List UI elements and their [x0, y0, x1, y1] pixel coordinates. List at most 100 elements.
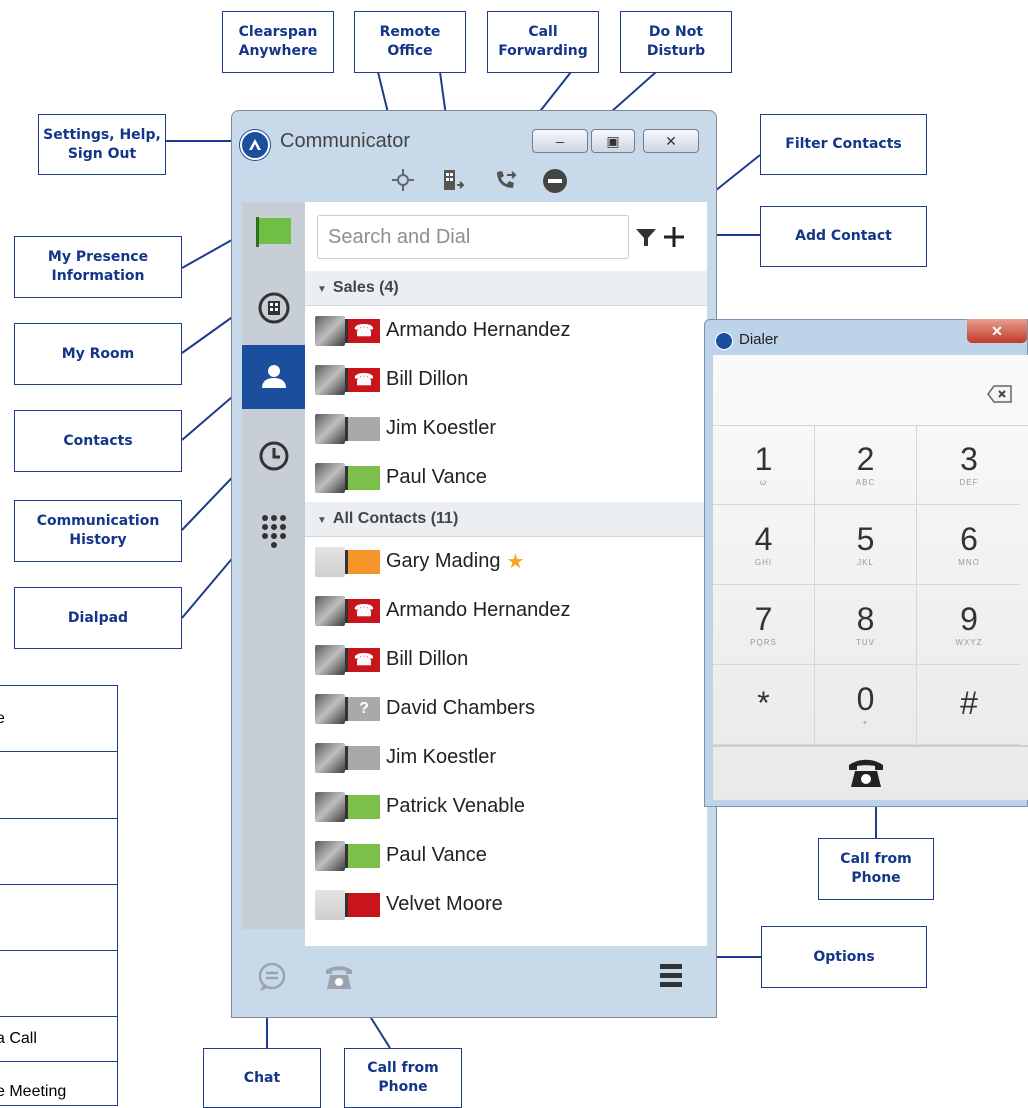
dial-key-digit: 5 — [856, 520, 875, 557]
dial-key-letters: ABC — [855, 477, 876, 487]
avatar — [315, 644, 345, 675]
filter-icon[interactable] — [635, 226, 657, 248]
busy-phone-presence-icon: ☎ — [345, 367, 380, 392]
collapse-triangle-icon: ▼ — [317, 284, 327, 295]
dial-key[interactable]: 6 MNO — [918, 505, 1020, 585]
dial-key[interactable]: 5 JKL — [815, 505, 917, 585]
dialer-keypad-area: 1 ω 2 ABC 3 DEF 4 GHI 5 JKL 6 MNO 7 PQRS 8 TUV 9 WXYZ * 0 + # — [713, 355, 1028, 800]
dial-key[interactable]: 1ω — [713, 425, 815, 505]
avatar — [315, 889, 345, 920]
callout-options: Options — [761, 926, 927, 988]
sidebar-item-dialpad[interactable] — [242, 502, 305, 562]
clearspan-anywhere-icon[interactable] — [390, 167, 416, 193]
callout-communication-history: Communication History — [14, 500, 182, 562]
dial-key-letters: WXYZ — [955, 637, 983, 647]
offline-presence-flag-icon — [345, 745, 380, 770]
dialer-number-display[interactable] — [713, 355, 1028, 426]
contact-name: Bill Dillon — [386, 648, 469, 670]
dial-key[interactable]: 2 ABC — [815, 425, 917, 505]
callout-settings-help-sign-out: Settings, Help, Sign Out — [38, 114, 166, 175]
dial-key[interactable]: 9 WXYZ — [918, 585, 1020, 665]
maximize-button[interactable]: ▣ — [591, 129, 635, 153]
avatar — [315, 693, 345, 724]
dial-key-digit: 2 — [856, 440, 875, 477]
available-presence-flag-icon — [345, 465, 380, 490]
avatar — [315, 546, 345, 577]
contact-row[interactable]: ? David Chambers — [305, 684, 707, 733]
avatar — [315, 840, 345, 871]
contact-row[interactable]: Jim Koestler — [305, 404, 707, 453]
dial-key[interactable]: 0 + — [815, 665, 917, 745]
dial-key[interactable]: 8 TUV — [815, 585, 917, 665]
contact-row[interactable]: ☎ Bill Dillon — [305, 635, 707, 684]
phone-icon — [849, 759, 883, 787]
add-contact-icon[interactable] — [661, 224, 687, 250]
chat-icon[interactable] — [255, 960, 289, 994]
callout-do-not-disturb: Do Not Disturb — [620, 11, 732, 73]
dialer-logo-icon — [715, 332, 733, 350]
dial-key-letters: TUV — [856, 637, 875, 647]
call-from-phone-icon[interactable] — [322, 960, 356, 994]
dial-key-letters: JKL — [857, 557, 874, 567]
sidebar-item-contacts[interactable] — [242, 345, 305, 409]
dial-key-letters: GHI — [754, 557, 773, 567]
dialpad-icon — [261, 515, 286, 548]
side-table-row — [0, 884, 117, 951]
avatar — [315, 315, 345, 346]
callout-my-room: My Room — [14, 323, 182, 385]
search-input[interactable]: Search and Dial — [317, 215, 629, 259]
side-table-row: e Meeting — [0, 1083, 67, 1100]
contact-row[interactable]: Gary Mading ★ — [305, 537, 707, 586]
contact-row[interactable]: Velvet Moore — [305, 880, 707, 929]
contact-name: Jim Koestler — [386, 417, 497, 439]
contact-name: Jim Koestler — [386, 746, 497, 768]
dial-key[interactable]: 4 GHI — [713, 505, 815, 585]
close-button[interactable]: ✕ — [643, 129, 699, 153]
contact-row[interactable]: Jim Koestler — [305, 733, 707, 782]
callout-call-from-phone-dialer: Call from Phone — [818, 838, 934, 900]
callout-contacts: Contacts — [14, 410, 182, 472]
group-header[interactable]: ▼ Sales (4) — [305, 271, 707, 306]
backspace-icon[interactable] — [987, 385, 1013, 403]
busy-phone-presence-icon: ☎ — [345, 318, 380, 343]
dialer-close-button[interactable]: ✕ — [967, 319, 1027, 343]
minimize-button[interactable]: – — [532, 129, 588, 153]
contact-row[interactable]: ☎ Bill Dillon — [305, 355, 707, 404]
call-forwarding-icon[interactable] — [492, 167, 518, 193]
sidebar-item-presence[interactable] — [242, 202, 305, 262]
dial-key-digit: 9 — [960, 600, 978, 637]
settings-logo-icon[interactable] — [240, 130, 270, 160]
busy-phone-presence-icon: ☎ — [345, 598, 380, 623]
remote-office-icon[interactable] — [440, 167, 466, 193]
contact-name: Velvet Moore — [386, 893, 503, 915]
contact-row[interactable]: Paul Vance — [305, 453, 707, 502]
contact-row[interactable]: Patrick Venable — [305, 782, 707, 831]
avatar — [315, 364, 345, 395]
side-table-row — [0, 752, 117, 819]
contact-row[interactable]: ☎ Armando Hernandez — [305, 306, 707, 355]
dial-key-digit: 4 — [754, 520, 773, 557]
callout-remote-office: Remote Office — [354, 11, 466, 73]
callout-clearspan-anywhere: Clearspan Anywhere — [222, 11, 334, 73]
contact-row[interactable]: ☎ Armando Hernandez — [305, 586, 707, 635]
side-table-row: e — [0, 686, 117, 752]
dial-key-digit: * — [757, 685, 770, 721]
dial-key[interactable]: 3 DEF — [918, 425, 1020, 505]
dial-key[interactable]: # — [918, 665, 1020, 745]
sidebar-item-history[interactable] — [242, 426, 305, 486]
dial-key-letters: + — [862, 717, 869, 727]
available-presence-flag-icon — [345, 794, 380, 819]
dialer-call-button[interactable] — [815, 745, 917, 799]
group-label: Sales (4) — [332, 279, 399, 296]
sidebar-item-my-room[interactable] — [242, 278, 305, 338]
dialer-window: Dialer ✕ 1 ω 2 ABC 3 DEF 4 GHI 5 JKL 6 MNO 7 PQRS 8 TUV… — [704, 319, 1028, 807]
callout-my-presence: My Presence Information — [14, 236, 182, 298]
group-header[interactable]: ▼ All Contacts (11) — [305, 502, 707, 537]
dial-key-digit: 1 — [754, 440, 773, 477]
do-not-disturb-icon[interactable] — [543, 169, 567, 193]
contact-row[interactable]: Paul Vance — [305, 831, 707, 880]
dial-key[interactable]: 7 PQRS — [713, 585, 815, 665]
dial-key[interactable]: * — [713, 665, 815, 745]
options-menu-icon[interactable] — [660, 964, 682, 988]
dial-key-digit: 7 — [754, 600, 773, 637]
